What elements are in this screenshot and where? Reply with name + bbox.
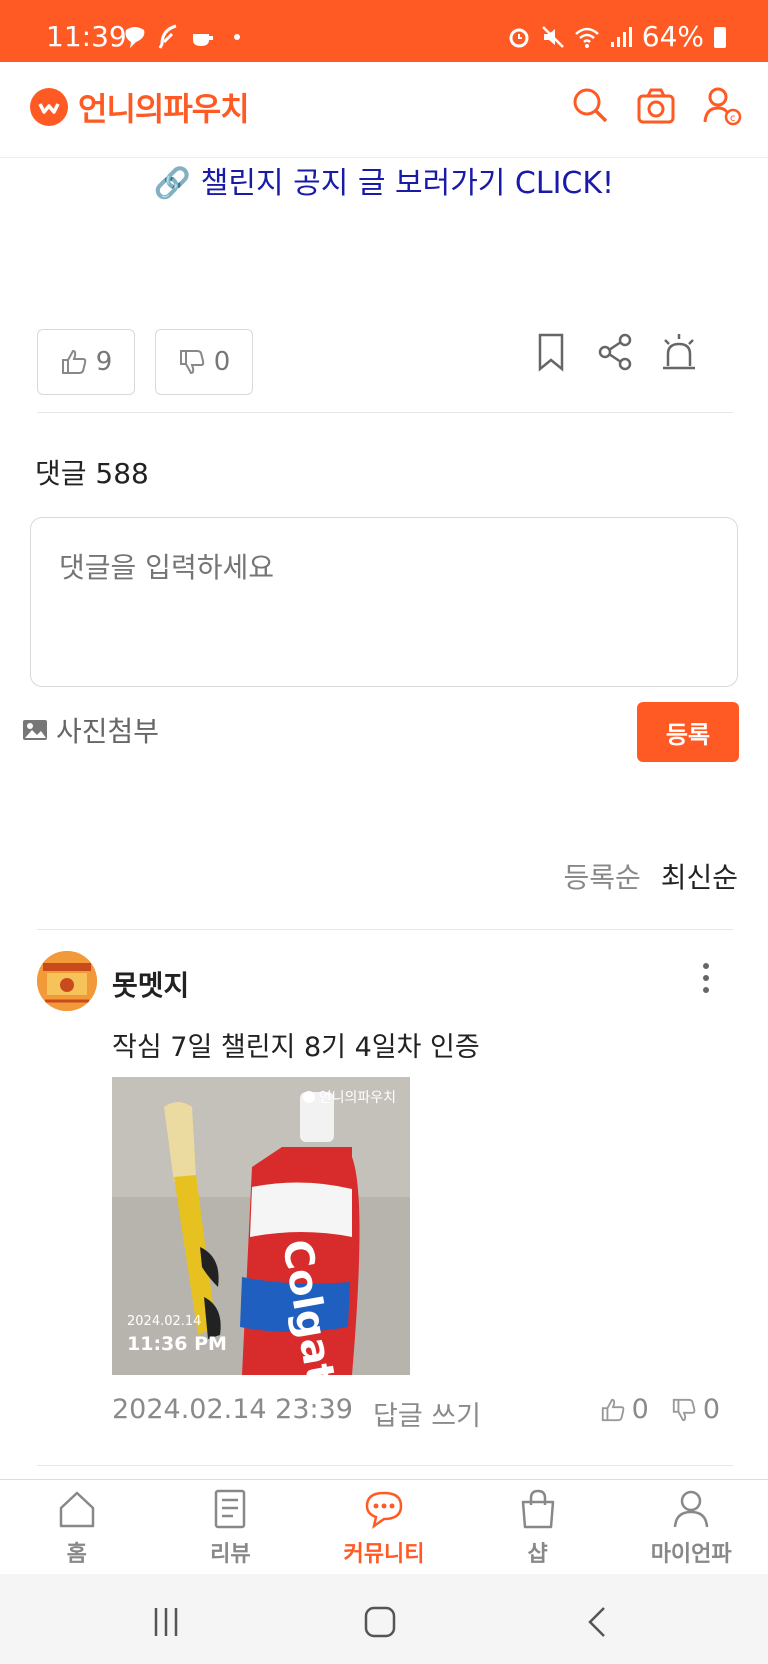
status-right: 64% xyxy=(506,20,728,53)
app-name: 언니의파우치 xyxy=(78,90,250,128)
reply-button[interactable]: 답글 쓰기 xyxy=(373,1394,481,1433)
post-action-icons xyxy=(532,332,698,372)
nav-review-label: 리뷰 xyxy=(210,1542,251,1567)
photo-watermark: 언니의파우치 xyxy=(302,1087,396,1107)
battery-icon xyxy=(714,26,726,48)
alarm-icon xyxy=(509,28,529,47)
nav-shop-label: 샵 xyxy=(527,1542,548,1567)
comment-votes: 0 0 xyxy=(600,1394,720,1425)
comment-timestamp: 2024.02.14 23:39 xyxy=(112,1394,353,1425)
mute-icon xyxy=(541,25,564,48)
header-actions: c xyxy=(570,84,742,128)
review-icon xyxy=(215,1489,246,1529)
submit-comment-button[interactable]: 등록 xyxy=(637,702,739,762)
image-icon xyxy=(23,720,47,740)
search-icon[interactable] xyxy=(570,84,610,128)
divider xyxy=(37,412,733,413)
system-nav-bar xyxy=(0,1574,768,1664)
nav-home-label: 홈 xyxy=(66,1542,87,1567)
nav-my-label: 마이언파 xyxy=(650,1542,732,1567)
comment-meta: 2024.02.14 23:39 답글 쓰기 xyxy=(112,1394,481,1433)
thumbs-up-icon xyxy=(61,349,86,374)
like-button[interactable]: 9 xyxy=(37,329,135,395)
toothbrush-toothpaste-image: Colgate xyxy=(112,1077,410,1375)
thumbs-up-icon xyxy=(601,1398,624,1421)
comment-dislike-count: 0 xyxy=(702,1394,720,1425)
chat-bubble-icon xyxy=(125,27,145,48)
comment-author[interactable]: 못멧지 xyxy=(112,964,189,1004)
svg-text:c: c xyxy=(730,113,736,124)
shop-icon xyxy=(521,1489,554,1529)
thumbs-down-icon xyxy=(672,1398,696,1421)
like-count: 9 xyxy=(95,347,113,377)
divider xyxy=(37,1465,733,1466)
comment-count: 댓글 588 xyxy=(35,457,149,490)
more-options-icon[interactable] xyxy=(696,958,716,998)
home-icon xyxy=(59,1491,95,1528)
feather-icon xyxy=(158,24,177,49)
attach-photo-label: 사진첨부 xyxy=(56,715,160,748)
status-time: 11:39 xyxy=(46,20,127,53)
share-icon[interactable] xyxy=(596,332,634,372)
attach-photo-button[interactable]: 사진첨부 xyxy=(22,710,159,750)
camera-icon[interactable] xyxy=(636,84,676,128)
nav-home[interactable]: 홈 xyxy=(0,1480,154,1574)
sort-oldest-tab[interactable]: 등록순 xyxy=(563,856,640,896)
sort-latest-tab[interactable]: 최신순 xyxy=(661,856,738,896)
battery-percent: 64% xyxy=(641,20,704,53)
avatar[interactable] xyxy=(37,951,97,1011)
sort-tabs: 등록순 최신순 xyxy=(563,856,738,896)
photo-watermark-text: 언니의파우치 xyxy=(318,1090,396,1106)
thumbs-down-icon xyxy=(179,350,204,375)
photo-time: 11:36 PM xyxy=(127,1333,227,1355)
challenge-notice-link[interactable]: 🔗 챌린지 공지 글 보러가기 CLICK! xyxy=(0,158,768,202)
back-icon[interactable] xyxy=(580,1604,616,1640)
comment-text: 작심 7일 챌린지 8기 4일차 인증 xyxy=(112,1032,480,1063)
comment-like-button[interactable]: 0 xyxy=(600,1394,649,1425)
comment-photo[interactable]: Colgate 언니의파우치 2024.02.14 11:36 PM xyxy=(112,1077,410,1375)
logo-mark-icon xyxy=(30,88,68,126)
comment-input[interactable] xyxy=(30,517,738,687)
home-button-icon[interactable] xyxy=(362,1604,398,1640)
dislike-button[interactable]: 0 xyxy=(155,329,253,395)
dot-icon xyxy=(234,34,240,40)
wifi-icon xyxy=(574,27,599,48)
photo-date: 2024.02.14 xyxy=(127,1314,202,1329)
divider xyxy=(37,929,733,930)
comment-dislike-button[interactable]: 0 xyxy=(671,1394,720,1425)
recent-apps-icon[interactable] xyxy=(148,1604,184,1640)
siren-icon[interactable] xyxy=(660,332,698,372)
nav-community-label: 커뮤니티 xyxy=(343,1542,425,1567)
nav-review[interactable]: 리뷰 xyxy=(154,1480,308,1574)
watermark-logo-icon xyxy=(302,1091,315,1103)
app-header: 언니의파우치 c xyxy=(0,62,768,158)
notification-icons xyxy=(122,24,250,50)
signal-icon xyxy=(610,26,632,47)
bookmark-icon[interactable] xyxy=(532,332,570,372)
nav-my[interactable]: 마이언파 xyxy=(614,1480,768,1574)
dislike-count: 0 xyxy=(213,347,231,377)
nav-shop[interactable]: 샵 xyxy=(461,1480,615,1574)
comment-like-count: 0 xyxy=(631,1394,649,1425)
bottom-nav: 홈 리뷰 커뮤니티 샵 마이언파 xyxy=(0,1479,768,1574)
status-bar: 11:39 64% xyxy=(0,0,768,62)
profile-icon[interactable]: c xyxy=(702,84,742,128)
my-icon xyxy=(673,1490,709,1528)
cup-icon xyxy=(193,34,213,46)
community-icon xyxy=(365,1491,403,1529)
nav-community[interactable]: 커뮤니티 xyxy=(307,1480,461,1574)
app-logo[interactable]: 언니의파우치 xyxy=(30,84,250,130)
